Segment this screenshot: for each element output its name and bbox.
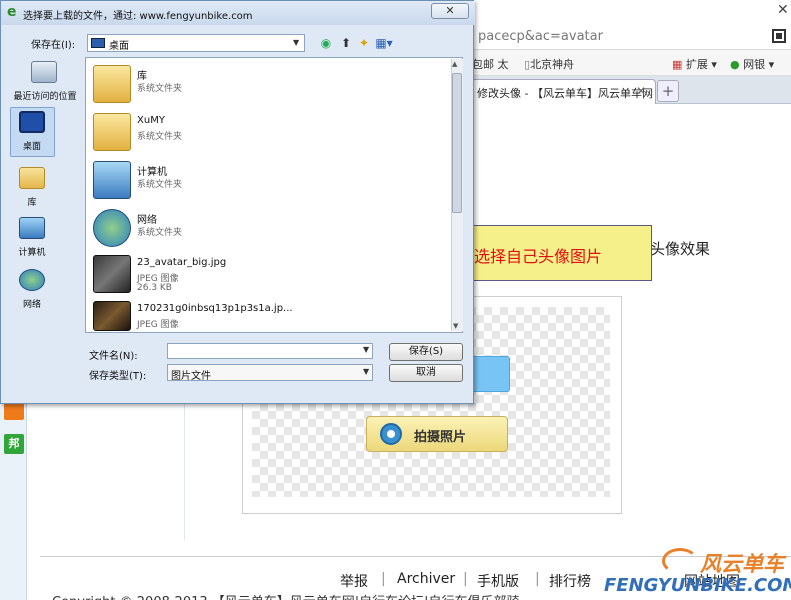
file-name: XuMY	[137, 115, 165, 126]
scroll-up-icon[interactable]: ▲	[452, 60, 457, 68]
place-label: 计算机	[18, 248, 46, 258]
callout-text: 选择自己头像图片	[474, 247, 603, 266]
save-in-value: 桌面	[109, 41, 129, 52]
place-network[interactable]: 网络	[1, 267, 63, 315]
filename-label: 文件名(N):	[89, 351, 138, 362]
chevron-down-icon[interactable]: ▼	[363, 345, 369, 354]
filetype-value: 图片文件	[171, 371, 211, 382]
recent-places-icon	[31, 61, 57, 83]
save-in-label: 保存在(I):	[31, 40, 76, 51]
file-name: 库	[137, 71, 147, 82]
up-folder-icon[interactable]: ⬆	[337, 35, 355, 51]
place-computer[interactable]: 计算机	[1, 215, 63, 263]
file-item-network[interactable]: 网络 系统文件夹	[91, 207, 441, 253]
place-label: 桌面	[22, 142, 41, 152]
desktop-icon	[19, 111, 45, 133]
file-type: 系统文件夹	[137, 84, 183, 94]
place-label: 网络	[22, 300, 41, 310]
desktop-small-icon	[91, 38, 105, 48]
file-type: 系统文件夹	[137, 228, 183, 238]
place-label: 最近访问的位置	[13, 92, 77, 102]
filename-input[interactable]	[167, 343, 373, 359]
computer-icon	[19, 217, 45, 239]
cancel-button[interactable]: 取消	[389, 364, 463, 382]
dialog-close-button[interactable]: ✕	[431, 3, 469, 19]
file-name: 网络	[137, 215, 157, 226]
scroll-down-icon[interactable]: ▼	[453, 322, 458, 330]
place-desktop[interactable]: 桌面	[1, 109, 63, 157]
file-type: 系统文件夹	[137, 180, 183, 190]
file-item-user[interactable]: XuMY 系统文件夹	[91, 111, 441, 157]
network-icon	[93, 209, 131, 247]
file-upload-dialog: e 选择要上载的文件，通过: www.fengyunbike.com ✕ 保存在…	[0, 0, 475, 404]
image-thumbnail-icon	[93, 255, 131, 293]
view-menu-icon[interactable]: ▦▾	[375, 35, 393, 51]
network-icon	[19, 269, 45, 291]
file-item-jpg[interactable]: 170231g0inbsq13p1p3s1a.jp... JPEG 图像	[91, 299, 441, 331]
filetype-label: 保存类型(T):	[89, 371, 147, 382]
image-thumbnail-icon	[93, 301, 131, 331]
file-item-avatar-jpg[interactable]: 23_avatar_big.jpg JPEG 图像 26.3 KB	[91, 253, 441, 299]
new-folder-icon[interactable]: ✦	[355, 35, 373, 51]
file-name: 计算机	[137, 167, 167, 178]
file-item-computer[interactable]: 计算机 系统文件夹	[91, 159, 441, 205]
file-type: JPEG 图像	[137, 320, 179, 330]
file-name: 23_avatar_big.jpg	[137, 257, 227, 268]
computer-icon	[93, 161, 131, 199]
chevron-down-icon[interactable]: ▼	[363, 367, 369, 376]
file-type: 系统文件夹	[137, 132, 183, 142]
place-label: 库	[27, 198, 37, 208]
screen: pacecp&ac=avatar ✕ 包邮 太 ▯北京神舟 ▦ 扩展 ▾ ● 网…	[0, 0, 791, 600]
dialog-title: 选择要上载的文件，通过: www.fengyunbike.com	[23, 11, 253, 22]
place-recent[interactable]: 最近访问的位置	[3, 59, 87, 107]
back-icon[interactable]: ◉	[317, 35, 335, 51]
user-folder-icon	[93, 113, 131, 151]
library-icon	[19, 167, 45, 189]
file-item-library[interactable]: 库 系统文件夹	[91, 63, 441, 109]
chevron-down-icon: ▼	[293, 38, 300, 47]
file-size: 26.3 KB	[137, 283, 172, 293]
scrollbar-thumb[interactable]	[452, 73, 462, 213]
ie-logo-icon: e	[7, 4, 17, 20]
library-folder-icon	[93, 65, 131, 103]
file-name: 170231g0inbsq13p1p3s1a.jp...	[137, 303, 293, 314]
save-button[interactable]: 保存(S)	[389, 343, 463, 361]
place-library[interactable]: 库	[1, 165, 63, 213]
